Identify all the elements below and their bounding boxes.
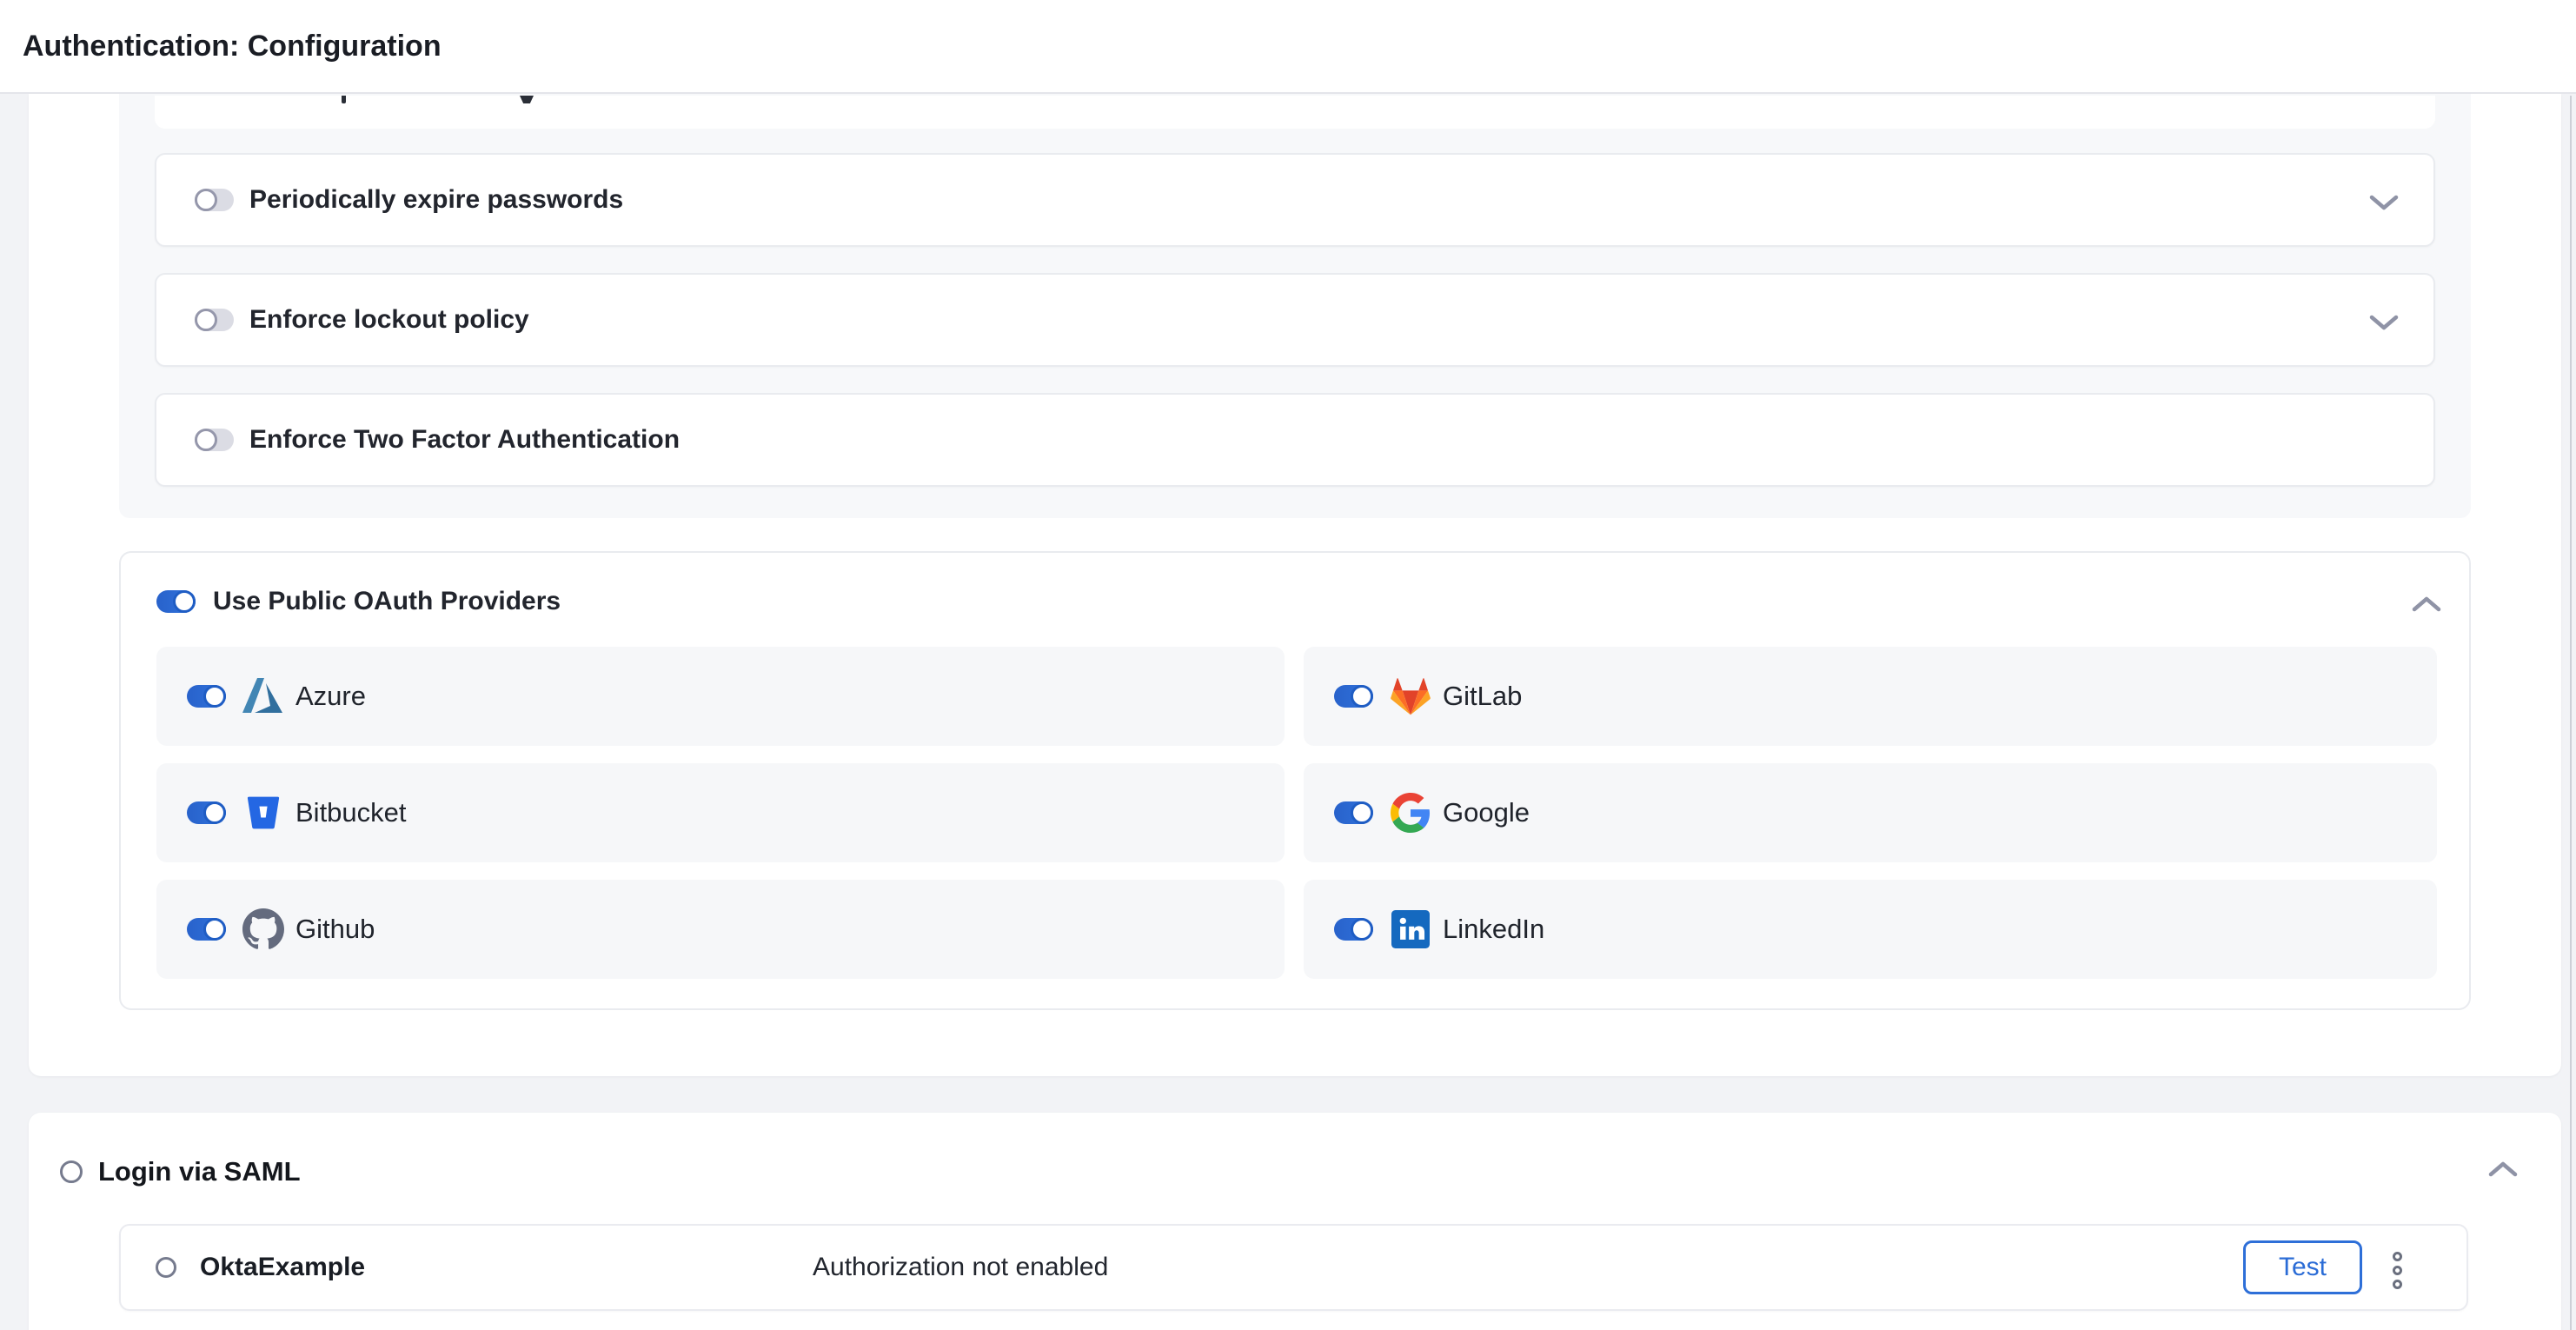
bitbucket-icon: [242, 792, 284, 834]
linkedin-toggle[interactable]: [1334, 918, 1373, 941]
oauth-title: Use Public OAuth Providers: [213, 587, 561, 616]
kebab-menu-icon[interactable]: [2387, 1249, 2407, 1291]
setting-row-two-factor[interactable]: Enforce Two Factor Authentication: [155, 393, 2435, 487]
password-settings-panel: Periodically expire passwords Enforce lo…: [119, 94, 2471, 518]
provider-label: LinkedIn: [1443, 914, 1544, 945]
provider-row-azure: Azure: [156, 647, 1285, 746]
toggle-knob: [1351, 801, 1373, 824]
toggle-knob: [173, 590, 196, 613]
clipped-setting-row[interactable]: [155, 96, 2435, 129]
scrollbar-track[interactable]: [2570, 96, 2572, 1330]
toggle-knob: [195, 429, 217, 451]
page-title: Authentication: Configuration: [23, 0, 2576, 92]
azure-icon: [242, 675, 284, 717]
two-factor-toggle[interactable]: [195, 429, 234, 451]
oauth-header: Use Public OAuth Providers: [156, 589, 561, 614]
saml-header: Login via SAML: [60, 1149, 301, 1194]
toggle-knob: [203, 801, 226, 824]
provider-row-github: Github: [156, 880, 1285, 979]
provider-label: Google: [1443, 797, 1530, 828]
toggle-knob: [1351, 918, 1373, 941]
google-icon: [1390, 792, 1431, 834]
saml-provider-row: OktaExample Authorization not enabled Te…: [119, 1224, 2468, 1311]
provider-row-linkedin: LinkedIn: [1304, 880, 2437, 979]
setting-label: Enforce Two Factor Authentication: [249, 425, 680, 455]
provider-row-gitlab: GitLab: [1304, 647, 2437, 746]
provider-row-google: Google: [1304, 763, 2437, 862]
google-toggle[interactable]: [1334, 801, 1373, 824]
authentication-configuration-page: Authentication: Configuration Periodical…: [0, 0, 2576, 1330]
toggle-knob: [203, 685, 226, 708]
azure-toggle[interactable]: [187, 685, 226, 708]
okta-radio[interactable]: [156, 1257, 176, 1278]
linkedin-icon: [1390, 908, 1431, 950]
saml-title: Login via SAML: [98, 1156, 301, 1187]
gitlab-icon: [1390, 675, 1431, 717]
gitlab-toggle[interactable]: [1334, 685, 1373, 708]
password-signin-section-card: Periodically expire passwords Enforce lo…: [29, 94, 2561, 1076]
setting-row-expire-passwords[interactable]: Periodically expire passwords: [155, 153, 2435, 247]
provider-label: Bitbucket: [295, 797, 407, 828]
chevron-up-icon[interactable]: [2487, 1160, 2519, 1179]
oauth-master-toggle[interactable]: [156, 590, 196, 613]
saml-provider-name: OktaExample: [200, 1253, 365, 1282]
provider-row-bitbucket: Bitbucket: [156, 763, 1285, 862]
provider-label: GitLab: [1443, 681, 1522, 712]
setting-row-lockout-policy[interactable]: Enforce lockout policy: [155, 273, 2435, 367]
provider-label: Github: [295, 914, 375, 945]
saml-section-card: Login via SAML OktaExample Authorization…: [29, 1113, 2561, 1330]
saml-provider-status: Authorization not enabled: [813, 1253, 1108, 1282]
test-button[interactable]: Test: [2243, 1240, 2362, 1294]
provider-label: Azure: [295, 681, 366, 712]
chevron-down-icon[interactable]: [2368, 313, 2400, 332]
page-header: Authentication: Configuration: [0, 0, 2576, 94]
toggle-knob: [195, 189, 217, 211]
github-toggle[interactable]: [187, 918, 226, 941]
expire-passwords-toggle[interactable]: [195, 189, 234, 211]
toggle-knob: [1351, 685, 1373, 708]
clipped-text-fragment: [342, 96, 346, 103]
github-icon: [242, 908, 284, 950]
clipped-text-fragment: [520, 96, 534, 103]
lockout-policy-toggle[interactable]: [195, 309, 234, 331]
setting-label: Periodically expire passwords: [249, 185, 623, 215]
toggle-knob: [195, 309, 217, 331]
oauth-providers-card: Use Public OAuth Providers Azure: [119, 551, 2471, 1010]
chevron-down-icon[interactable]: [2368, 193, 2400, 212]
setting-label: Enforce lockout policy: [249, 305, 529, 335]
chevron-up-icon[interactable]: [2411, 595, 2442, 614]
bitbucket-toggle[interactable]: [187, 801, 226, 824]
toggle-knob: [203, 918, 226, 941]
saml-radio[interactable]: [60, 1160, 83, 1183]
